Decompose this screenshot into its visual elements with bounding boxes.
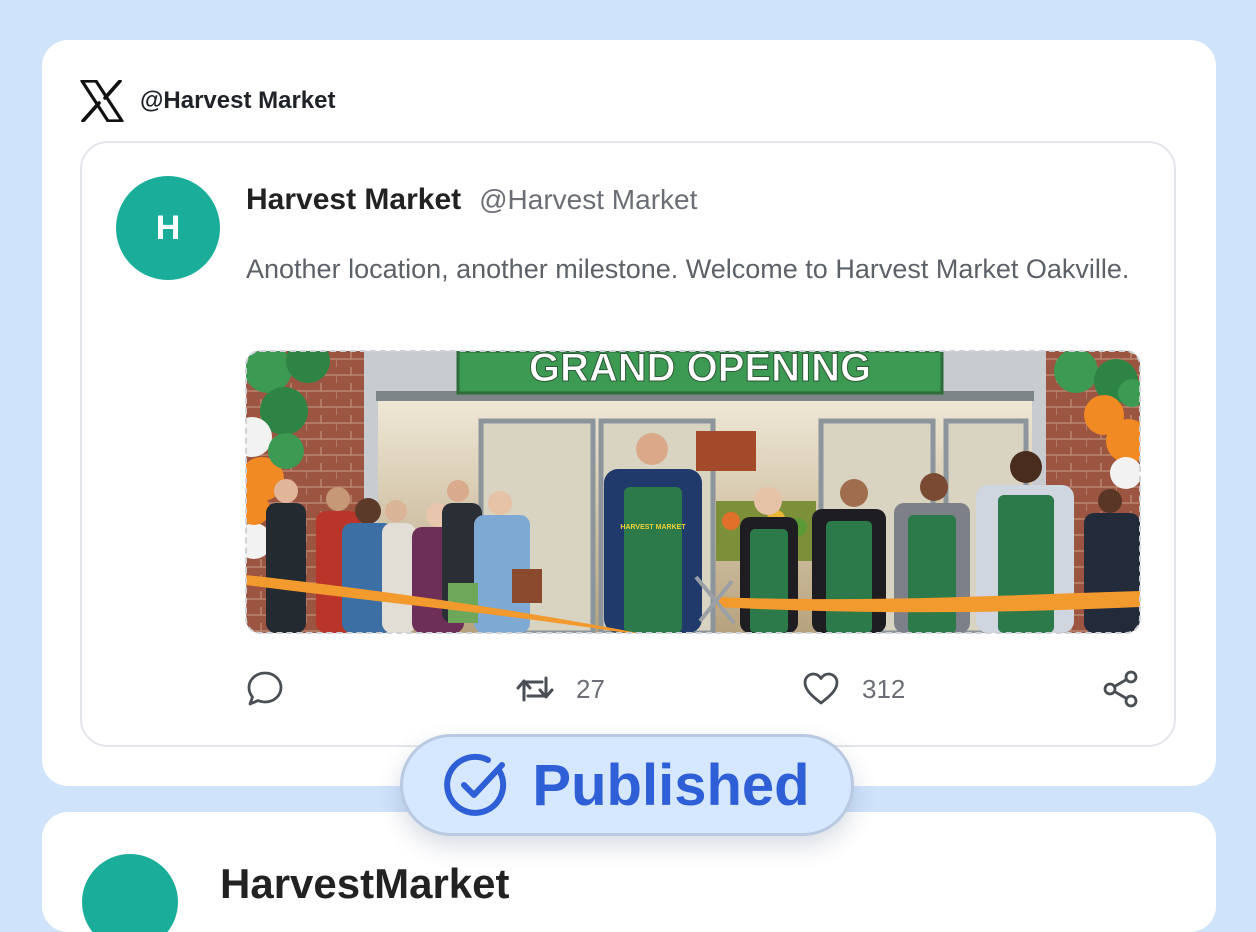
share-button[interactable] (1102, 670, 1140, 708)
apron-text: HARVEST MARKET (620, 524, 686, 531)
share-icon (1103, 670, 1138, 708)
heart-icon (803, 672, 839, 705)
next-post-display-name: HarvestMarket (220, 860, 510, 907)
post-preview-card: @Harvest Market H Harvest Market @Harves… (42, 40, 1216, 786)
like-count: 312 (862, 673, 906, 704)
avatar[interactable]: H (116, 176, 220, 280)
reply-button[interactable] (246, 670, 284, 708)
account-handle: @Harvest Market (140, 87, 336, 114)
next-post-avatar[interactable] (82, 854, 178, 932)
author-line: Harvest Market @Harvest Market (246, 183, 697, 217)
account-header: @Harvest Market (80, 80, 336, 122)
tweet-text: Another location, another milestone. Wel… (246, 254, 1130, 284)
repost-button[interactable]: 27 (516, 670, 605, 708)
tweet-image[interactable]: GRAND OPENING HARVEST MARKET (245, 350, 1141, 634)
tweet-actions: 27 312 (246, 670, 1146, 714)
grand-opening-photo: GRAND OPENING HARVEST MARKET (246, 351, 1140, 633)
sign-text: GRAND OPENING (529, 351, 871, 390)
status-label: Published (532, 752, 810, 818)
avatar-initial: H (155, 208, 181, 247)
repost-icon (516, 676, 554, 702)
x-logo-icon (80, 80, 124, 122)
tweet-card[interactable]: H Harvest Market @Harvest Market Another… (80, 141, 1176, 747)
check-circle-icon (444, 753, 507, 816)
author-handle[interactable]: @Harvest Market (479, 184, 697, 216)
like-button[interactable]: 312 (802, 670, 905, 708)
repost-count: 27 (576, 673, 605, 704)
display-name[interactable]: Harvest Market (246, 183, 461, 217)
status-badge: Published (400, 734, 854, 836)
comment-icon (247, 671, 283, 706)
